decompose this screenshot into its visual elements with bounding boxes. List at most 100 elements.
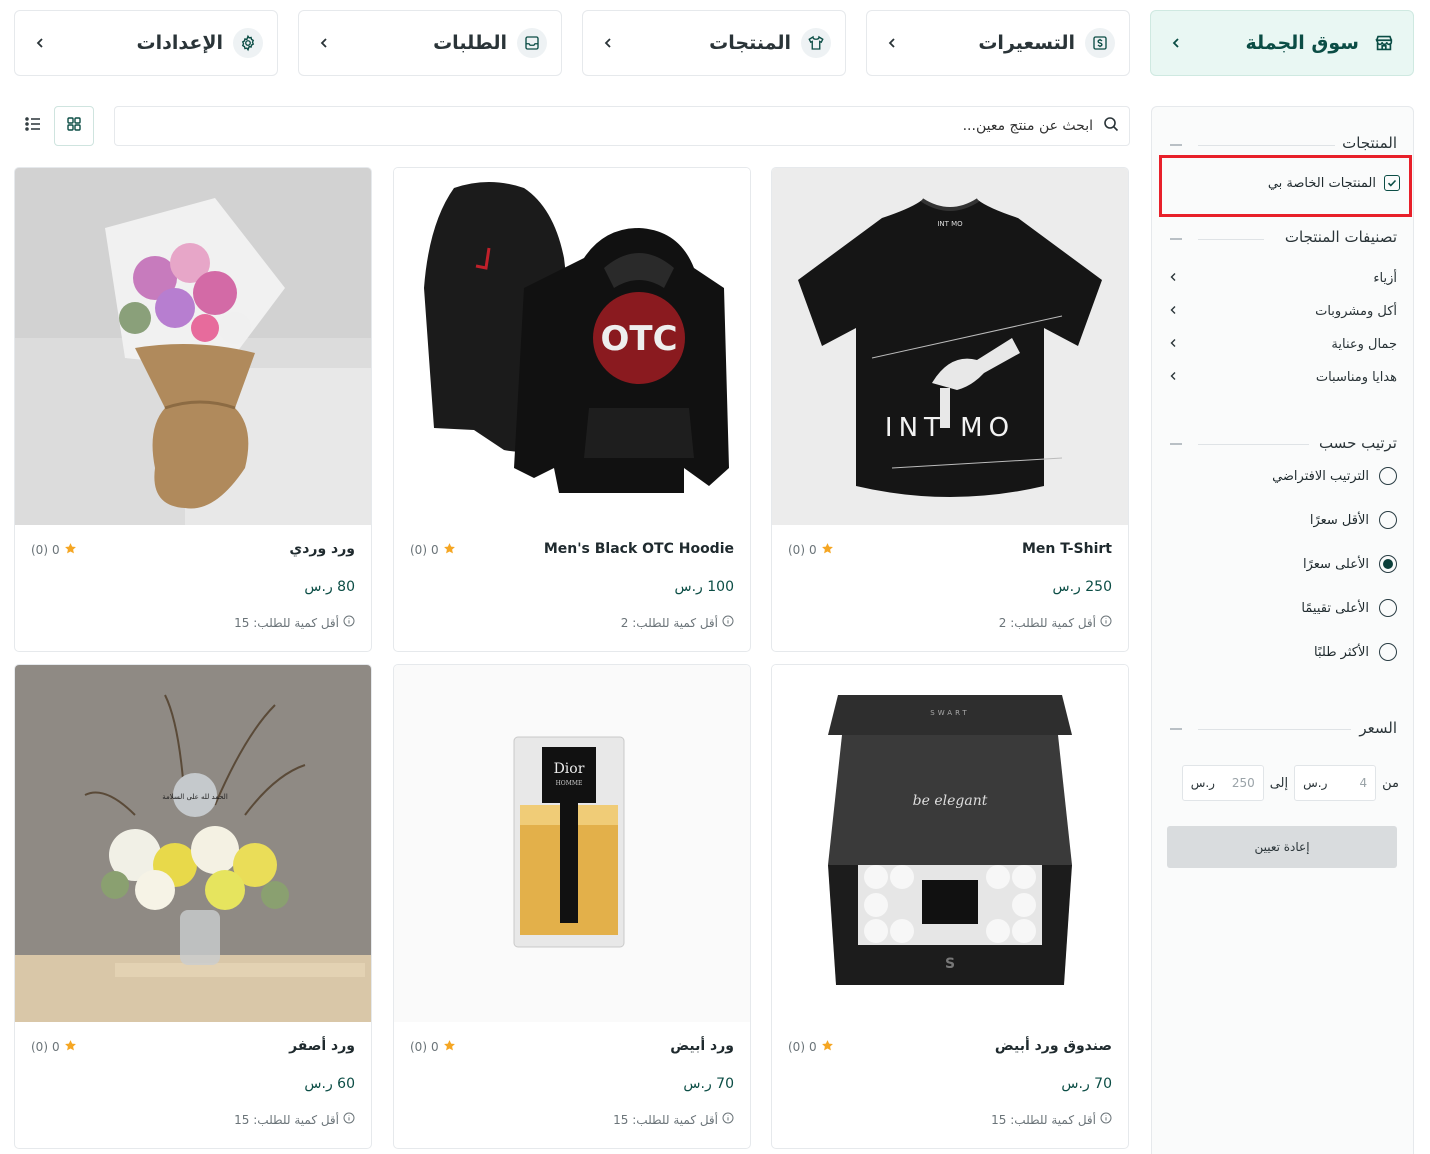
product-card[interactable]: ورد وردي (0) 0 80 ر.س أقل كمية للطلب: 15	[14, 167, 372, 652]
collapse-icon[interactable]	[1170, 144, 1182, 146]
min-order-info: أقل كمية للطلب: 15	[613, 1112, 734, 1127]
divider	[1198, 145, 1335, 146]
product-price: 70 ر.س	[683, 1076, 734, 1092]
my-products-checkbox-row[interactable]: المنتجات الخاصة بي	[1268, 175, 1400, 191]
nav-orders[interactable]: الطلبات	[298, 10, 562, 76]
shirt-icon	[801, 28, 831, 58]
min-order-info: أقل كمية للطلب: 2	[999, 615, 1112, 630]
category-item[interactable]: أزياء	[1169, 271, 1397, 286]
store-icon	[1369, 28, 1399, 58]
divider	[1198, 239, 1264, 240]
price-to-label: إلى	[1269, 775, 1289, 791]
chevron-left-icon	[1167, 34, 1185, 52]
collapse-icon[interactable]	[1170, 238, 1182, 240]
rating-value: 0	[52, 1040, 60, 1054]
product-price: 70 ر.س	[1061, 1076, 1112, 1092]
price-max-input[interactable]: 250 ر.س	[1181, 765, 1264, 801]
product-card[interactable]: Dior HOMME ورد أبيض (0) 0 70 ر.س أقل كمي…	[393, 664, 751, 1149]
gear-icon	[233, 28, 263, 58]
currency-label: ر.س	[1190, 776, 1215, 790]
checkbox[interactable]	[1384, 175, 1400, 191]
list-icon	[24, 116, 42, 136]
reset-button[interactable]: إعادة تعيين	[1167, 826, 1397, 868]
product-image-white-flower-box: SWART be elegant S	[772, 665, 1128, 1022]
rating-count: (0)	[410, 1040, 427, 1054]
product-rating: (0) 0	[410, 542, 456, 558]
nav-label: سوق الجملة	[1245, 32, 1359, 54]
info-icon	[1100, 615, 1112, 630]
filters-sidebar: المنتجات المنتجات الخاصة بي تصنيفات المن…	[1151, 106, 1414, 1154]
product-name[interactable]: ورد أبيض	[670, 1038, 734, 1054]
sort-section-title: ترتيب حسب	[1318, 434, 1397, 452]
info-icon	[343, 1112, 355, 1127]
min-order-label: أقل كمية للطلب: 15	[234, 1112, 339, 1127]
category-label: أزياء	[1373, 271, 1397, 286]
radio-button[interactable]	[1379, 643, 1397, 661]
nav-wholesale-market[interactable]: سوق الجملة	[1150, 10, 1414, 76]
list-view-button[interactable]	[14, 106, 52, 146]
grid-view-button[interactable]	[54, 106, 94, 146]
radio-button[interactable]	[1379, 511, 1397, 529]
category-item[interactable]: هدايا ومناسبات	[1169, 370, 1397, 385]
nav-pricing[interactable]: التسعيرات	[866, 10, 1130, 76]
sort-option-label: الأقل سعرًا	[1309, 512, 1369, 528]
sort-option-label: الأكثر طلبًا	[1314, 644, 1369, 660]
top-navigation: سوق الجملة التسعيرات المنتجات الطلبات ال…	[14, 10, 1414, 76]
min-order-label: أقل كمية للطلب: 15	[234, 615, 339, 630]
product-name[interactable]: صندوق ورد أبيض	[995, 1038, 1112, 1054]
sort-option[interactable]: الترتيب الافتراضي	[1272, 467, 1397, 485]
price-min-input[interactable]: 4 ر.س	[1294, 765, 1377, 801]
chevron-left-icon	[1169, 370, 1177, 385]
category-label: جمال وعناية	[1331, 337, 1397, 352]
sort-option-label: الترتيب الافتراضي	[1272, 468, 1369, 484]
product-rating: (0) 0	[410, 1039, 456, 1055]
inbox-icon	[517, 28, 547, 58]
product-image-tshirt: INT MO INT MO	[772, 168, 1128, 525]
collapse-icon[interactable]	[1170, 728, 1182, 730]
product-rating: (0) 0	[31, 542, 77, 558]
price-from-label: من	[1382, 775, 1399, 791]
product-card[interactable]: INT MO INT MO Men T-Shirt (0) 0 250 ر.س …	[771, 167, 1129, 652]
star-icon	[64, 1039, 77, 1055]
nav-products[interactable]: المنتجات	[582, 10, 846, 76]
category-label: هدايا ومناسبات	[1315, 370, 1397, 385]
product-name[interactable]: Men T-Shirt	[1022, 541, 1112, 557]
svg-text:S: S	[945, 956, 955, 972]
star-icon	[821, 542, 834, 558]
product-name[interactable]: ورد أصفر	[289, 1038, 355, 1054]
product-name[interactable]: ورد وردي	[289, 541, 355, 557]
sort-option[interactable]: الأقل سعرًا	[1310, 511, 1397, 529]
grid-icon	[66, 116, 82, 136]
product-name[interactable]: Men's Black OTC Hoodie	[544, 541, 734, 557]
sort-option[interactable]: الأكثر طلبًا	[1314, 643, 1397, 661]
sort-option[interactable]: الأعلى سعرًا	[1303, 555, 1397, 573]
min-order-info: أقل كمية للطلب: 2	[621, 615, 734, 630]
product-card[interactable]: OTC Men's Black OTC Hoodie (0) 0 100 ر.س…	[393, 167, 751, 652]
price-min-value: 4	[1359, 776, 1368, 790]
chevron-left-icon	[31, 34, 49, 52]
category-item[interactable]: جمال وعناية	[1169, 337, 1397, 352]
star-icon	[443, 542, 456, 558]
min-order-info: أقل كمية للطلب: 15	[991, 1112, 1112, 1127]
product-price: 100 ر.س	[674, 579, 735, 595]
chevron-left-icon	[1169, 304, 1177, 319]
products-section-title: المنتجات	[1342, 134, 1397, 152]
product-card[interactable]: الحمد لله على السلامة ورد أصفر (0) 0 60 …	[14, 664, 372, 1149]
category-label: أكل ومشروبات	[1315, 304, 1397, 319]
box-brand-text: SWART	[930, 709, 969, 717]
price-max-value: 250	[1231, 776, 1255, 790]
sort-option[interactable]: الأعلى تقييمًا	[1301, 599, 1397, 617]
star-icon	[821, 1039, 834, 1055]
product-card[interactable]: SWART be elegant S صندوق ورد أبيض (0) 0 …	[771, 664, 1129, 1149]
pricing-icon	[1085, 28, 1115, 58]
radio-button-selected[interactable]	[1379, 555, 1397, 573]
category-item[interactable]: أكل ومشروبات	[1169, 304, 1397, 319]
currency-label: ر.س	[1303, 776, 1328, 790]
search-bar[interactable]: ابحث عن منتج معين...	[114, 106, 1130, 146]
sort-option-label: الأعلى تقييمًا	[1301, 600, 1369, 616]
product-rating: (0) 0	[31, 1039, 77, 1055]
collapse-icon[interactable]	[1170, 443, 1182, 445]
nav-settings[interactable]: الإعدادات	[14, 10, 278, 76]
radio-button[interactable]	[1379, 599, 1397, 617]
radio-button[interactable]	[1379, 467, 1397, 485]
